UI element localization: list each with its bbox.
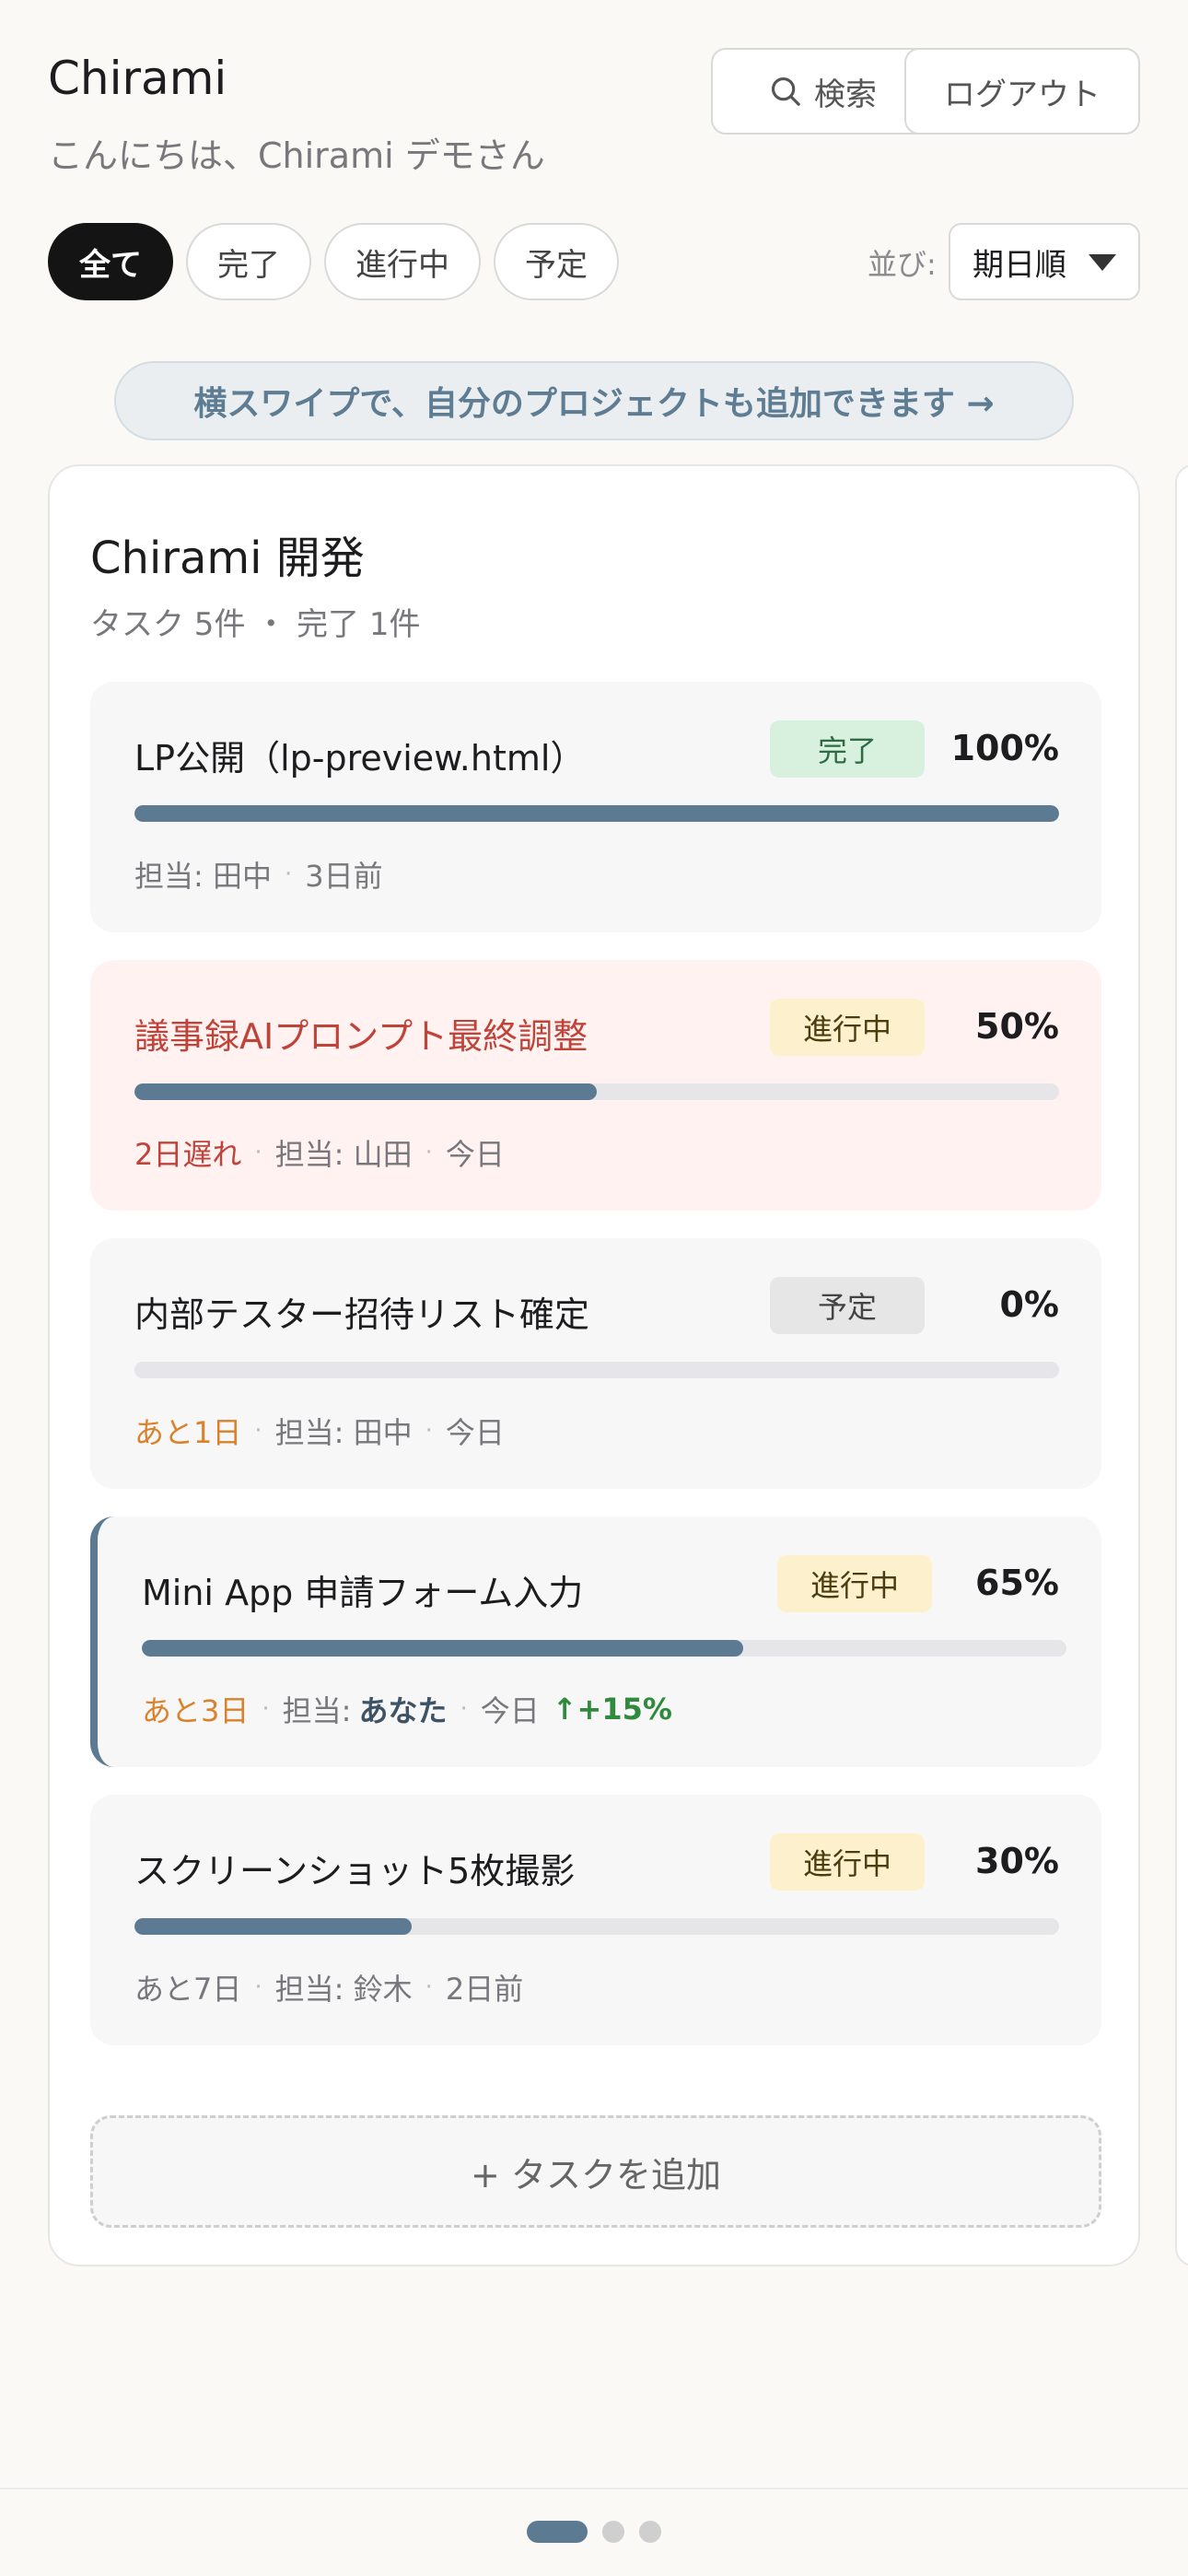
project-title: Chirami 開発 bbox=[90, 533, 365, 584]
status-badge: 進行中 bbox=[777, 1555, 932, 1612]
separator-dot: · bbox=[460, 1695, 468, 1723]
task-percent: 65% bbox=[975, 1563, 1059, 1603]
due-status: あと7日 bbox=[134, 1972, 242, 2007]
swipe-hint-banner: 横スワイプで、自分のプロジェクトも追加できます → bbox=[114, 361, 1074, 440]
assignee-label: 担当: bbox=[274, 1137, 344, 1172]
separator-dot: · bbox=[254, 1973, 262, 2001]
add-task-button[interactable]: + タスクを追加 bbox=[90, 2115, 1101, 2228]
page-dot[interactable] bbox=[602, 2521, 624, 2543]
progress-bar-fill bbox=[134, 1083, 597, 1100]
task-title: LP公開（lp-preview.html） bbox=[134, 738, 586, 779]
search-button[interactable]: 検索 bbox=[711, 48, 934, 135]
task-percent: 30% bbox=[975, 1841, 1059, 1881]
progress-bar-fill bbox=[142, 1640, 743, 1657]
due-status: あと3日 bbox=[142, 1693, 250, 1728]
assignee-name: 田中 bbox=[212, 859, 272, 894]
assignee-label: 担当: bbox=[274, 1972, 344, 2007]
task-meta: あと3日 · 担当: あなた · 今日 ↑+15% bbox=[142, 1688, 672, 1730]
separator-dot: · bbox=[254, 1139, 262, 1166]
task-meta: あと1日 · 担当: 田中 · 今日 bbox=[134, 1410, 505, 1452]
due-status: あと1日 bbox=[134, 1415, 242, 1450]
task-card-mine[interactable]: Mini App 申請フォーム入力 進行中 65% あと3日 · 担当: あなた … bbox=[90, 1516, 1101, 1767]
sort-label: 並び: bbox=[868, 247, 937, 282]
status-badge: 進行中 bbox=[770, 1833, 925, 1891]
task-title: スクリーンショット5枚撮影 bbox=[134, 1851, 576, 1891]
separator-dot: · bbox=[284, 861, 293, 888]
task-percent: 0% bbox=[999, 1284, 1059, 1325]
header: Chirami こんにちは、Chirami デモさん 検索 ログアウト bbox=[48, 48, 1140, 186]
progress-bar bbox=[134, 805, 1059, 822]
task-meta: 担当: 田中 · 3日前 bbox=[134, 853, 383, 896]
status-badge: 完了 bbox=[770, 720, 925, 778]
progress-bar bbox=[134, 1083, 1059, 1100]
assignee-label: 担当: bbox=[134, 859, 204, 894]
updated-time: 今日 bbox=[445, 1137, 505, 1172]
greeting-text: こんにちは、Chirami デモさん bbox=[48, 135, 545, 176]
assignee-name: 鈴木 bbox=[353, 1972, 413, 2007]
status-filter-chips: 全て 完了 進行中 予定 bbox=[48, 223, 619, 300]
progress-bar bbox=[134, 1362, 1059, 1378]
updated-time: 2日前 bbox=[445, 1972, 524, 2007]
task-meta: 2日遅れ · 担当: 山田 · 今日 bbox=[134, 1131, 505, 1174]
separator-dot: · bbox=[425, 1139, 433, 1166]
assignee-label: 担当: bbox=[282, 1693, 352, 1728]
separator-dot: · bbox=[254, 1417, 262, 1445]
status-badge: 進行中 bbox=[770, 999, 925, 1056]
assignee-label: 担当: bbox=[274, 1415, 344, 1450]
task-card[interactable]: LP公開（lp-preview.html） 完了 100% 担当: 田中 · 3… bbox=[90, 682, 1101, 932]
divider bbox=[0, 2488, 1188, 2489]
task-title: 議事録AIプロンプト最終調整 bbox=[134, 1016, 588, 1057]
updated-time: 今日 bbox=[480, 1693, 540, 1728]
status-badge: 予定 bbox=[770, 1277, 925, 1334]
task-meta: あと7日 · 担当: 鈴木 · 2日前 bbox=[134, 1966, 523, 2008]
task-card-overdue[interactable]: 議事録AIプロンプト最終調整 進行中 50% 2日遅れ · 担当: 山田 · 今… bbox=[90, 960, 1101, 1211]
assignee-name: 山田 bbox=[353, 1137, 413, 1172]
updated-time: 今日 bbox=[445, 1415, 505, 1450]
search-icon bbox=[771, 76, 800, 106]
task-card[interactable]: 内部テスター招待リスト確定 予定 0% あと1日 · 担当: 田中 · 今日 bbox=[90, 1238, 1101, 1489]
progress-bar bbox=[134, 1918, 1059, 1935]
sort-select[interactable]: 期日順 bbox=[949, 223, 1140, 300]
task-title: 内部テスター招待リスト確定 bbox=[134, 1294, 590, 1335]
chevron-down-icon bbox=[1089, 254, 1116, 271]
progress-bar-fill bbox=[134, 1918, 413, 1935]
progress-delta: ↑+15% bbox=[552, 1692, 672, 1727]
assignee-name: あなた bbox=[358, 1693, 448, 1728]
separator-dot: · bbox=[262, 1695, 270, 1723]
project-card: Chirami 開発 タスク 5件 ・ 完了 1件 LP公開（lp-previe… bbox=[48, 464, 1140, 2266]
assignee-name: 田中 bbox=[353, 1415, 413, 1450]
separator-dot: · bbox=[425, 1417, 433, 1445]
filter-chip-done[interactable]: 完了 bbox=[186, 223, 311, 300]
task-card[interactable]: スクリーンショット5枚撮影 進行中 30% あと7日 · 担当: 鈴木 · 2日… bbox=[90, 1795, 1101, 2045]
search-button-label: 検索 bbox=[814, 76, 877, 113]
filter-chip-planned[interactable]: 予定 bbox=[494, 223, 619, 300]
filter-chip-all[interactable]: 全て bbox=[48, 223, 173, 300]
app-title: Chirami bbox=[48, 52, 227, 105]
project-summary: タスク 5件 ・ 完了 1件 bbox=[90, 606, 421, 643]
progress-bar bbox=[142, 1640, 1066, 1657]
progress-bar-fill bbox=[134, 805, 1059, 822]
page-dot-active[interactable] bbox=[527, 2521, 588, 2543]
sort-select-value: 期日順 bbox=[973, 246, 1066, 284]
next-project-card-peek[interactable] bbox=[1175, 464, 1188, 2266]
logout-button[interactable]: ログアウト bbox=[904, 48, 1140, 135]
page-indicator bbox=[0, 2521, 1188, 2543]
task-title: Mini App 申請フォーム入力 bbox=[142, 1573, 584, 1613]
task-percent: 50% bbox=[975, 1006, 1059, 1047]
page-dot[interactable] bbox=[639, 2521, 661, 2543]
filter-chip-in-progress[interactable]: 進行中 bbox=[324, 223, 481, 300]
due-status: 2日遅れ bbox=[134, 1137, 242, 1172]
updated-time: 3日前 bbox=[305, 859, 383, 894]
app-screen: Chirami こんにちは、Chirami デモさん 検索 ログアウト 全て 完… bbox=[0, 0, 1188, 2576]
task-percent: 100% bbox=[950, 728, 1059, 768]
separator-dot: · bbox=[425, 1973, 433, 2001]
